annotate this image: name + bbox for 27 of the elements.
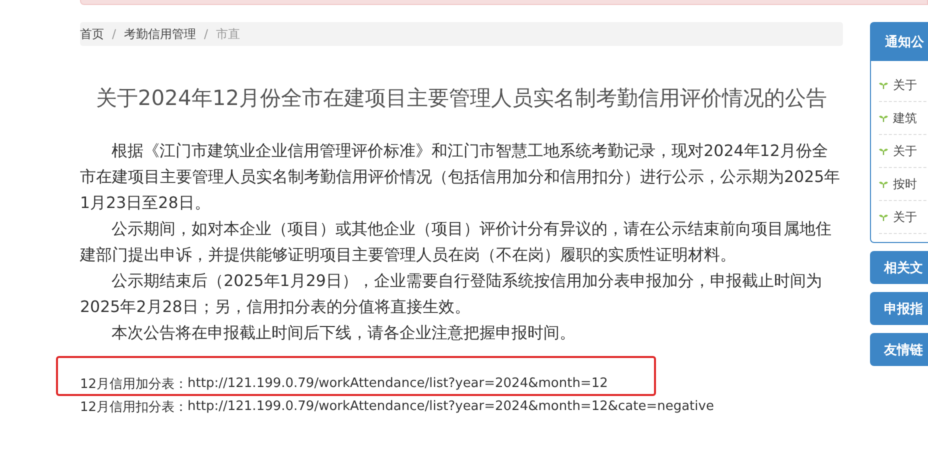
section-header[interactable]: 申报指 (870, 292, 928, 325)
link-label: 12月信用加分表： (80, 376, 188, 392)
sprout-icon (879, 81, 888, 89)
sprout-icon (879, 147, 888, 155)
section-header[interactable]: 友情链 (870, 333, 928, 366)
notice-item[interactable]: 关于 (879, 69, 928, 102)
panel-header: 通知公 (871, 23, 928, 61)
breadcrumb-separator: / (204, 27, 208, 41)
notice-item[interactable]: 按时 (879, 168, 928, 201)
article-paragraph: 本次公告将在申报截止时间后下线，请各企业注意把握申报时间。 (110, 322, 577, 344)
notice-item[interactable]: 关于 (879, 135, 928, 168)
article-title: 关于2024年12月份全市在建项目主要管理人员实名制考勤信用评价情况的公告 (94, 85, 828, 112)
section-header[interactable]: 相关文 (870, 251, 928, 284)
url-link[interactable]: http://121.199.0.79/workAttendance/list?year=2024&month=12&cate=negative (188, 399, 714, 414)
breadcrumb-separator: / (112, 27, 116, 41)
breadcrumb-link[interactable]: 考勤信用管理 (124, 26, 196, 42)
sprout-icon (879, 114, 888, 122)
notice-item[interactable]: 关于 (879, 201, 928, 234)
breadcrumb-link[interactable]: 首页 (80, 26, 104, 42)
article-paragraph: 公示期间，如对本企业（项目）或其他企业（项目）评价计分有异议的，请在公示结束前向项目属地住建部门提出申诉，并提供能够证明项目主要管理人员在岗（不在岗）履职的实质性证明材料。 (80, 218, 833, 266)
sprout-icon (879, 213, 888, 221)
article-paragraph: 根据《江门市建筑业企业信用管理评价标准》和江门市智慧工地系统考勤记录，现对2024年12月份全市在建项目主要管理人员实名制考勤信用评价情况（包括信用加分和信用扣分）进行公示，公示期为2025年1月23日至28日。 (80, 140, 842, 214)
article-paragraph: 公示期结束后（2025年1月29日），企业需要自行登陆系统按信用加分表申报加分，申报截止时间为2025年2月28日；另，信用扣分表的分值将直接生效。 (80, 270, 823, 318)
notice-item[interactable]: 建筑 (879, 102, 928, 135)
sprout-icon (879, 180, 888, 188)
link-label: 12月信用扣分表： (80, 398, 188, 416)
url-link[interactable]: http://121.199.0.79/workAttendance/list?year=2024&month=12 (188, 376, 608, 391)
